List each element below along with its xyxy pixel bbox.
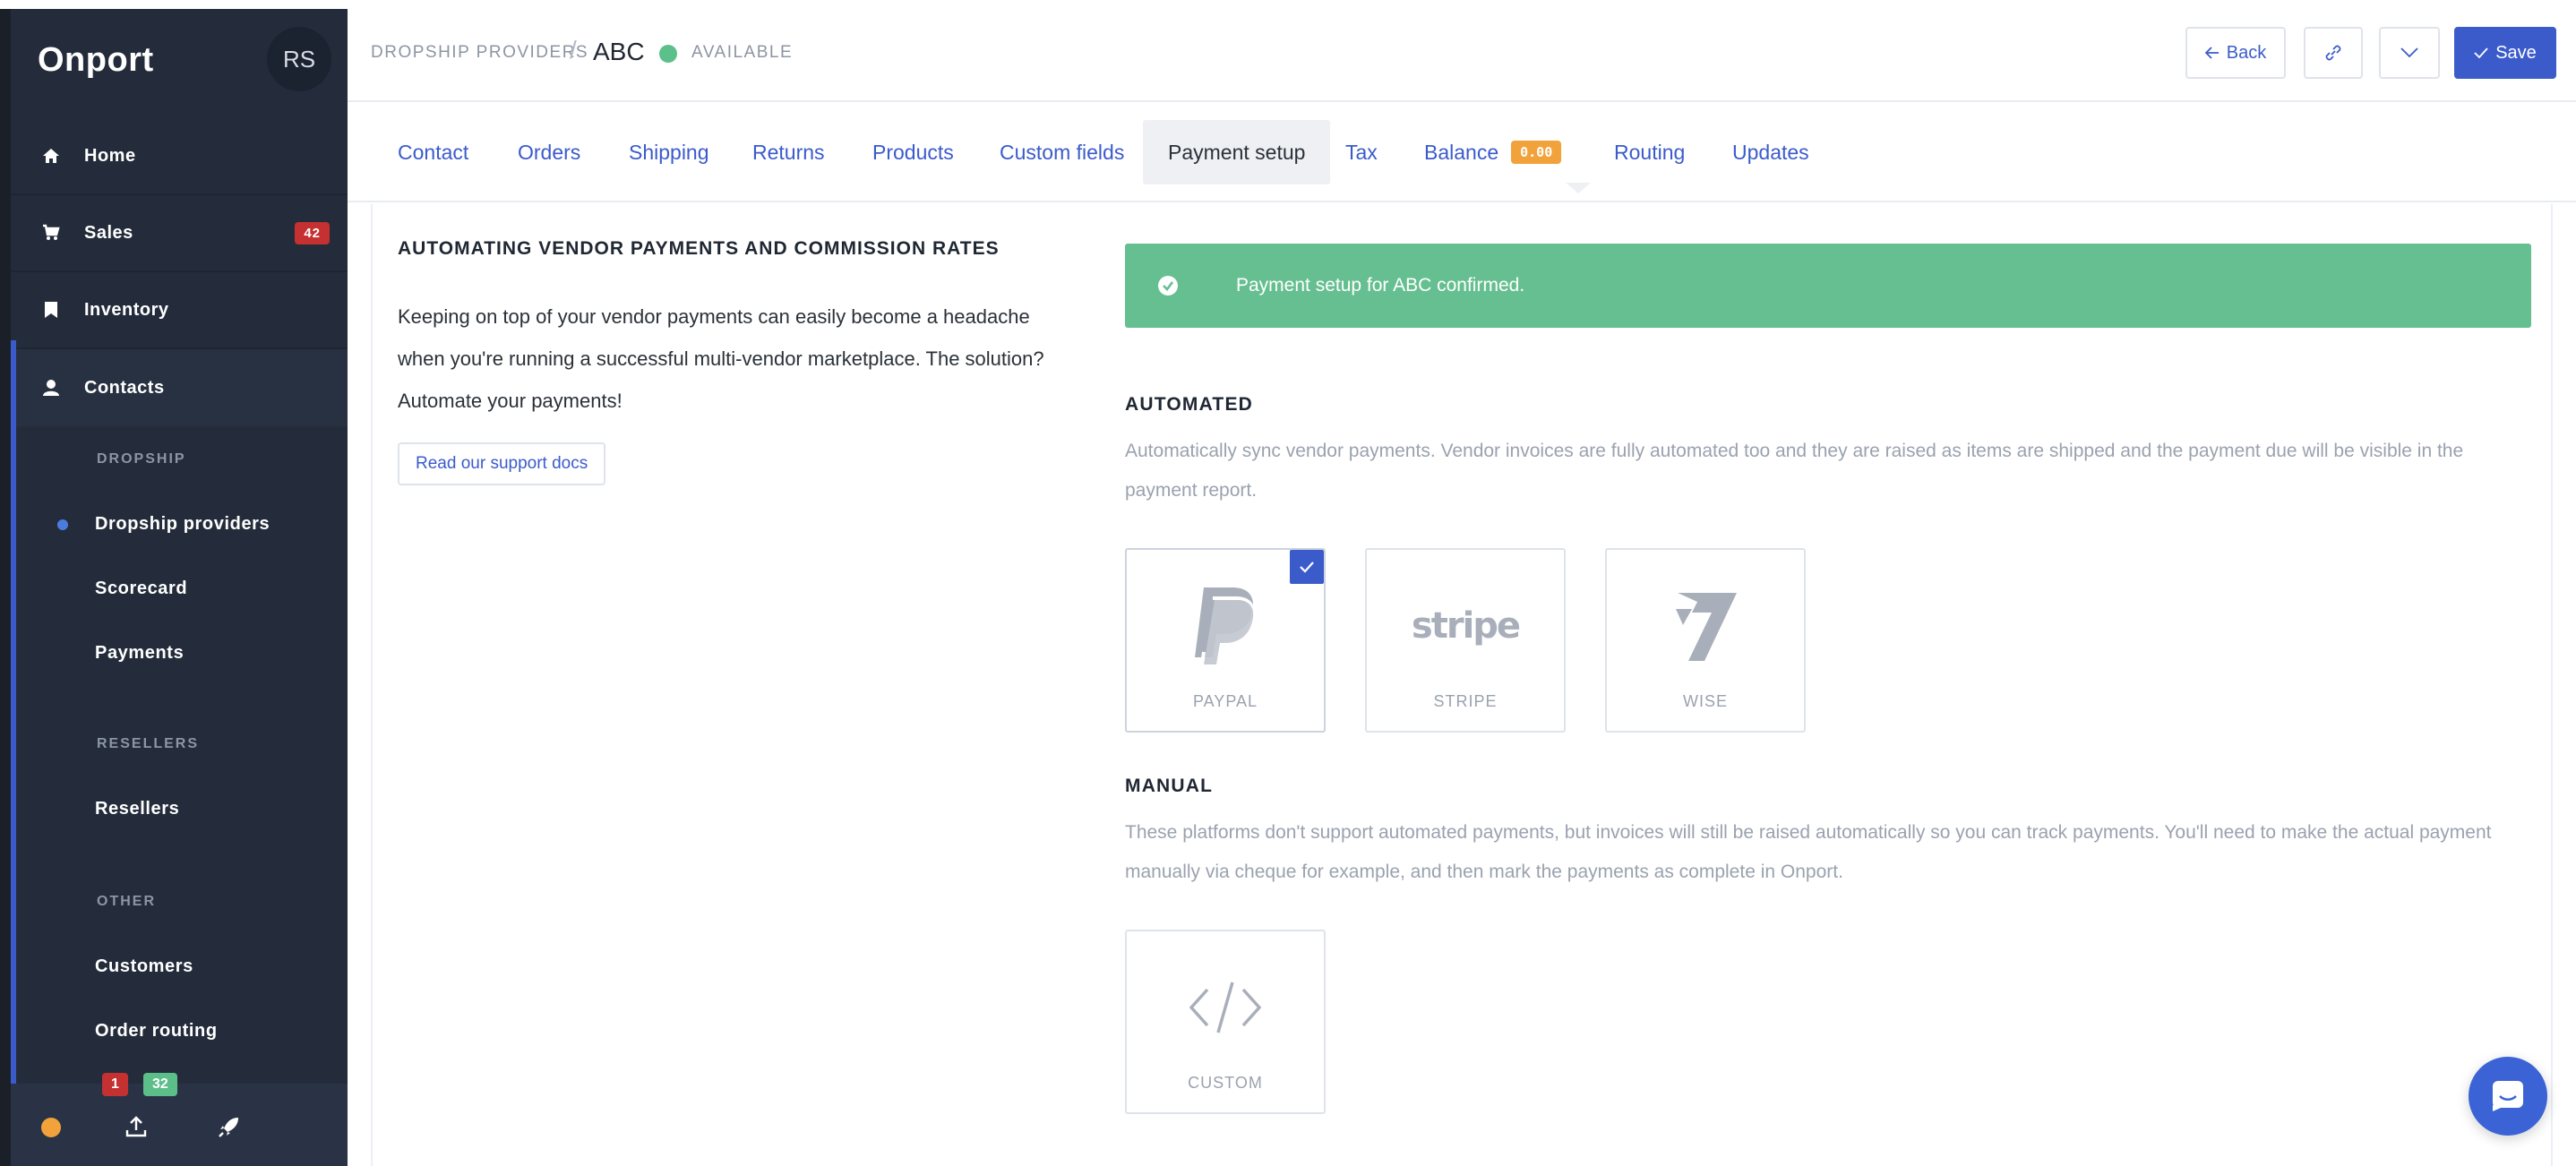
support-docs-button[interactable]: Read our support docs [398,442,606,485]
paypal-icon [1127,577,1324,675]
back-button[interactable]: Back [2185,27,2286,79]
chat-launcher-button[interactable] [2469,1057,2547,1136]
more-options-button[interactable] [2379,27,2440,79]
stripe-logo-text: stripe [1411,605,1521,647]
nav-home[interactable]: Home [11,118,348,195]
active-section-indicator [11,340,16,1166]
app-logo[interactable]: Onport [38,41,154,80]
user-avatar[interactable]: RS [267,27,331,91]
provider-wise-label: WISE [1682,692,1728,710]
nav-contacts-label: Contacts [84,377,165,398]
wise-icon [1607,577,1804,675]
active-item-dot [57,519,68,530]
provider-paypal-label: PAYPAL [1192,692,1258,710]
tab-updates[interactable]: Updates [1732,120,1809,184]
sidebar-item-dropship-providers[interactable]: Dropship providers [95,514,270,535]
page-header: DROPSHIP PROVIDERS / ABC AVAILABLE Back … [348,9,2576,102]
nav-contacts[interactable]: Contacts [11,349,348,426]
sidebar-footer: 1 32 [11,1073,348,1166]
selected-check-icon [1290,550,1324,584]
check-icon [2474,47,2488,59]
bookmark-icon [41,300,61,320]
nav-home-label: Home [84,145,136,166]
tab-products[interactable]: Products [872,120,954,184]
tab-payment-setup[interactable]: Payment setup [1143,120,1331,184]
upload-icon[interactable] [124,1114,149,1139]
user-icon [41,378,61,398]
tab-bar: Contact Orders Shipping Returns Products… [348,102,2576,202]
manual-title: MANUAL [1125,776,1214,796]
cart-icon [41,223,61,243]
check-circle-icon [1157,275,1179,296]
nav-inventory[interactable]: Inventory [11,272,348,349]
breadcrumb-separator: / [570,36,577,64]
balance-badge: 0.00 [1511,141,1562,164]
provider-card-stripe[interactable]: stripe STRIPE [1365,548,1566,733]
success-alert: Payment setup for ABC confirmed. [1125,244,2531,328]
tab-custom-fields[interactable]: Custom fields [1000,120,1124,184]
notification-badge-green: 32 [143,1073,177,1096]
tab-tax[interactable]: Tax [1345,120,1378,184]
nav-inventory-label: Inventory [84,299,169,320]
status-dot-icon [659,45,677,63]
tab-shipping[interactable]: Shipping [629,120,709,184]
active-tab-caret [1566,183,1591,193]
section-dropship-label: DROPSHIP [97,451,186,467]
provider-card-custom[interactable]: CUSTOM [1125,930,1326,1114]
arrow-left-icon [2204,47,2220,59]
sidebar-item-scorecard[interactable]: Scorecard [95,579,187,599]
breadcrumb-dropship-providers[interactable]: DROPSHIP PROVIDERS [371,43,588,63]
provider-custom-label: CUSTOM [1188,1074,1263,1092]
nav-sales-label: Sales [84,222,133,243]
link-button[interactable] [2304,27,2363,79]
automated-description: Automatically sync vendor payments. Vend… [1125,441,2464,501]
section-other-label: OTHER [97,894,156,909]
page-title: ABC [593,38,645,65]
back-button-label: Back [2226,42,2267,63]
provider-stripe-label: STRIPE [1433,692,1498,710]
automated-title: AUTOMATED [1125,394,1254,415]
provider-card-wise[interactable]: WISE [1605,548,1806,733]
nav-sales[interactable]: Sales 42 [11,195,348,272]
notification-badge-red: 1 [102,1073,128,1096]
sidebar-item-payments[interactable]: Payments [95,643,184,664]
section-resellers-label: RESELLERS [97,736,200,751]
tab-routing[interactable]: Routing [1614,120,1685,184]
intro-heading: AUTOMATING VENDOR PAYMENTS AND COMMISSIO… [398,238,1000,259]
link-icon [2323,43,2343,63]
tab-orders[interactable]: Orders [518,120,580,184]
sales-count-badge: 42 [295,221,330,244]
manual-description: These platforms don't support automated … [1125,822,2492,882]
stripe-icon: stripe [1367,577,1564,675]
sidebar-item-resellers[interactable]: Resellers [95,799,179,819]
intro-paragraph: Keeping on top of your vendor payments c… [398,305,1044,412]
chat-icon [2490,1078,2526,1114]
tab-contact[interactable]: Contact [398,120,468,184]
tab-balance-label: Balance [1424,140,1499,164]
status-indicator-icon[interactable] [41,1118,61,1137]
save-button-label: Save [2495,42,2537,63]
home-icon [41,146,61,166]
sidebar: Onport RS Home Sales 42 Inventory Contac… [0,9,348,1166]
payment-setup-panel: AUTOMATING VENDOR PAYMENTS AND COMMISSIO… [371,204,2553,1166]
save-button[interactable]: Save [2454,27,2556,79]
success-alert-message: Payment setup for ABC confirmed. [1236,275,1525,296]
status-badge: AVAILABLE [691,43,794,62]
sidebar-item-customers[interactable]: Customers [95,956,193,977]
chevron-down-icon [2400,47,2418,58]
tab-returns[interactable]: Returns [752,120,825,184]
code-icon [1127,958,1324,1057]
rocket-icon[interactable] [217,1114,242,1139]
sidebar-item-order-routing[interactable]: Order routing [95,1021,218,1042]
tab-balance[interactable]: Balance 0.00 [1424,120,1562,184]
provider-card-paypal[interactable]: PAYPAL [1125,548,1326,733]
